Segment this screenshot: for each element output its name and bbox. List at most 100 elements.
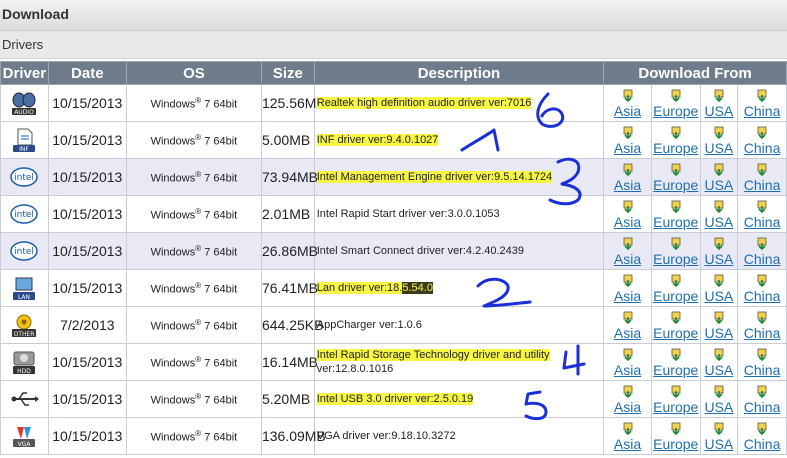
download-link-usa[interactable]: USA bbox=[701, 237, 738, 266]
download-cell: China bbox=[737, 417, 787, 455]
download-link-usa[interactable]: USA bbox=[701, 126, 738, 155]
download-icon bbox=[738, 311, 786, 325]
download-link-europe[interactable]: Europe bbox=[652, 237, 700, 266]
description-cell: Lan driver ver:18.5.54.0 bbox=[313, 269, 605, 307]
table-row: intel 10/15/2013 Windows® 7 64bit 2.01MB Int… bbox=[0, 195, 787, 233]
download-icon bbox=[652, 200, 700, 214]
download-link-china[interactable]: China bbox=[738, 237, 786, 266]
os-name: Windows bbox=[150, 431, 196, 444]
download-icon bbox=[701, 237, 738, 251]
download-cell: Europe bbox=[650, 269, 701, 307]
download-link-asia[interactable]: Asia bbox=[604, 311, 651, 340]
description-cell: VGA driver ver:9.18.10.3272 bbox=[313, 417, 605, 455]
svg-text:AUDIO: AUDIO bbox=[15, 109, 35, 116]
download-link-label: Europe bbox=[653, 103, 699, 119]
download-icon bbox=[701, 311, 738, 325]
description-text: Intel Smart Connect driver ver:4.2.40.24… bbox=[316, 245, 525, 257]
download-link-usa[interactable]: USA bbox=[701, 385, 738, 414]
drivers-table: Driver Date OS Size Description Download… bbox=[0, 61, 787, 455]
download-link-label: USA bbox=[704, 436, 734, 452]
download-link-label: USA bbox=[704, 214, 734, 230]
download-link-asia[interactable]: Asia bbox=[604, 163, 651, 192]
date-cell: 10/15/2013 bbox=[47, 84, 127, 122]
driver-icon-cell: AUDIO bbox=[0, 84, 49, 122]
download-link-usa[interactable]: USA bbox=[701, 89, 738, 118]
download-link-china[interactable]: China bbox=[738, 89, 786, 118]
os-name: Windows bbox=[150, 172, 196, 185]
drivers-section-header: Drivers bbox=[0, 31, 787, 59]
svg-text:intel: intel bbox=[14, 247, 34, 257]
download-link-usa[interactable]: USA bbox=[701, 422, 738, 451]
download-link-usa[interactable]: USA bbox=[701, 348, 738, 377]
col-download-from: Download From bbox=[603, 61, 787, 85]
os-cell: Windows® 7 64bit bbox=[125, 121, 262, 159]
driver-icon-cell: intel bbox=[0, 232, 49, 270]
download-link-china[interactable]: China bbox=[738, 163, 786, 192]
download-icon bbox=[652, 274, 700, 288]
download-link-label: China bbox=[743, 325, 781, 341]
os-version: 7 64bit bbox=[201, 357, 238, 370]
download-link-china[interactable]: China bbox=[738, 274, 786, 303]
os-name: Windows bbox=[150, 394, 196, 407]
download-link-asia[interactable]: Asia bbox=[604, 237, 651, 266]
os-version: 7 64bit bbox=[201, 135, 238, 148]
download-icon bbox=[652, 385, 700, 399]
download-link-china[interactable]: China bbox=[738, 126, 786, 155]
size-cell: 5.20MB bbox=[260, 380, 315, 418]
description-cell: Intel Smart Connect driver ver:4.2.40.24… bbox=[313, 232, 605, 270]
download-link-china[interactable]: China bbox=[738, 311, 786, 340]
driver-icon-cell: intel bbox=[0, 195, 49, 233]
download-link-europe[interactable]: Europe bbox=[652, 163, 700, 192]
download-link-asia[interactable]: Asia bbox=[604, 126, 651, 155]
download-link-usa[interactable]: USA bbox=[701, 200, 738, 229]
driver-icon-cell: OTHER bbox=[0, 306, 49, 344]
download-icon bbox=[738, 385, 786, 399]
download-link-europe[interactable]: Europe bbox=[652, 348, 700, 377]
download-link-label: Asia bbox=[613, 362, 642, 378]
download-link-europe[interactable]: Europe bbox=[652, 126, 700, 155]
size-cell: 644.25KB bbox=[260, 306, 323, 344]
download-link-europe[interactable]: Europe bbox=[652, 200, 700, 229]
driver-icon-cell: INF bbox=[0, 121, 49, 159]
download-cell: China bbox=[737, 195, 787, 233]
download-icon bbox=[701, 274, 738, 288]
os-version: 7 64bit bbox=[201, 394, 238, 407]
download-link-asia[interactable]: Asia bbox=[604, 385, 651, 414]
os-name: Windows bbox=[150, 135, 196, 148]
download-link-asia[interactable]: Asia bbox=[604, 89, 651, 118]
download-icon bbox=[652, 163, 700, 177]
download-link-europe[interactable]: Europe bbox=[652, 89, 700, 118]
download-link-china[interactable]: China bbox=[738, 385, 786, 414]
col-driver: Driver bbox=[0, 61, 49, 85]
description-text: AppCharger ver:1.0.6 bbox=[316, 319, 422, 331]
download-link-usa[interactable]: USA bbox=[701, 274, 738, 303]
download-link-asia[interactable]: Asia bbox=[604, 200, 651, 229]
download-header: Download bbox=[0, 0, 787, 31]
download-link-usa[interactable]: USA bbox=[701, 163, 738, 192]
lan-icon: LAN bbox=[1, 275, 48, 301]
download-link-china[interactable]: China bbox=[738, 422, 786, 451]
download-link-asia[interactable]: Asia bbox=[604, 274, 651, 303]
description-cell: Intel Management Engine driver ver:9.5.1… bbox=[313, 158, 605, 196]
download-icon bbox=[604, 274, 651, 288]
download-cell: Europe bbox=[650, 84, 701, 122]
download-link-label: China bbox=[743, 251, 781, 267]
download-link-usa[interactable]: USA bbox=[701, 311, 738, 340]
download-link-europe[interactable]: Europe bbox=[652, 385, 700, 414]
table-row: 10/15/2013 Windows® 7 64bit 5.20MB Intel US… bbox=[0, 380, 787, 418]
download-link-asia[interactable]: Asia bbox=[604, 348, 651, 377]
download-link-label: Asia bbox=[613, 140, 642, 156]
download-link-europe[interactable]: Europe bbox=[652, 274, 700, 303]
download-link-label: USA bbox=[704, 177, 734, 193]
download-link-china[interactable]: China bbox=[738, 348, 786, 377]
vga-icon: VGA bbox=[1, 423, 48, 449]
download-link-label: China bbox=[743, 103, 781, 119]
download-link-europe[interactable]: Europe bbox=[652, 422, 700, 451]
download-icon bbox=[701, 200, 738, 214]
download-link-asia[interactable]: Asia bbox=[604, 422, 651, 451]
download-link-europe[interactable]: Europe bbox=[652, 311, 700, 340]
download-link-china[interactable]: China bbox=[738, 200, 786, 229]
download-cell: Asia bbox=[603, 158, 652, 196]
download-icon bbox=[738, 163, 786, 177]
download-link-label: Europe bbox=[653, 177, 699, 193]
